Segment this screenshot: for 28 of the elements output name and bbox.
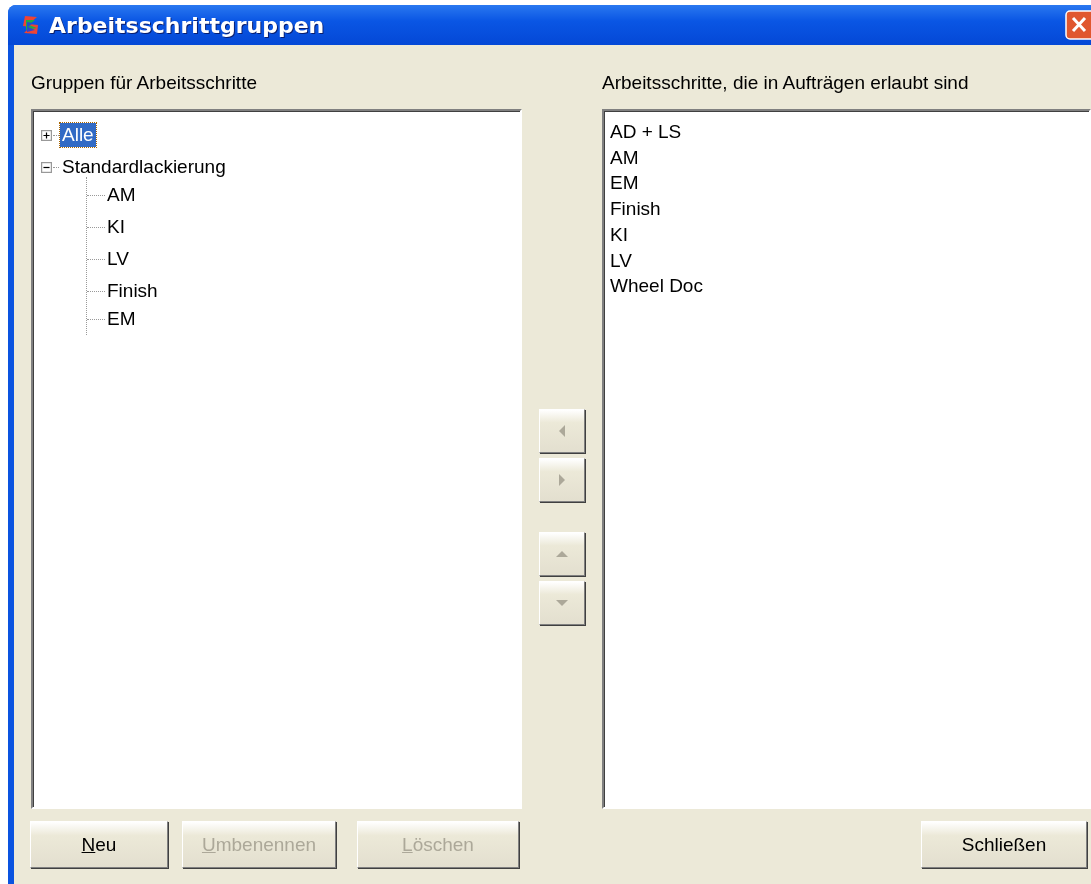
tree-item[interactable]: EM (105, 307, 138, 331)
new-button[interactable]: Neu (30, 821, 168, 868)
tree-item[interactable]: Alle (60, 123, 96, 147)
down-arrow-icon (556, 598, 568, 608)
tree-item[interactable]: KI (105, 215, 127, 239)
tree-item[interactable]: AM (105, 183, 138, 207)
app-logo-icon (21, 14, 41, 36)
right-arrow-icon (558, 474, 566, 486)
up-arrow-icon (556, 549, 568, 559)
expand-icon[interactable] (41, 129, 52, 141)
steps-label: Arbeitsschritte, die in Aufträgen erlaubt sind (602, 72, 970, 92)
collapse-icon[interactable] (41, 161, 52, 173)
close-icon[interactable] (1065, 10, 1091, 40)
list-item[interactable]: AM (608, 144, 1085, 171)
groups-label: Gruppen für Arbeitsschritte (31, 72, 258, 92)
list-item[interactable]: Finish (608, 196, 1085, 222)
close-button[interactable]: Schließen (921, 821, 1087, 868)
list-item[interactable]: EM (608, 170, 1085, 197)
left-arrow-icon (558, 425, 566, 437)
group-tree[interactable]: Alle Standardlackierung AM KI LV Finish EM (31, 109, 522, 809)
list-item[interactable]: KI (608, 221, 1085, 248)
tree-item[interactable]: LV (105, 247, 131, 271)
window-title: Arbeitsschrittgruppen (49, 12, 325, 38)
tree-item[interactable]: Finish (105, 279, 160, 303)
list-item[interactable]: Wheel Doc (608, 273, 1085, 299)
list-item[interactable]: LV (608, 247, 1085, 274)
tree-item[interactable]: Standardlackierung (60, 155, 228, 179)
list-item[interactable]: AD + LS (608, 119, 1085, 145)
